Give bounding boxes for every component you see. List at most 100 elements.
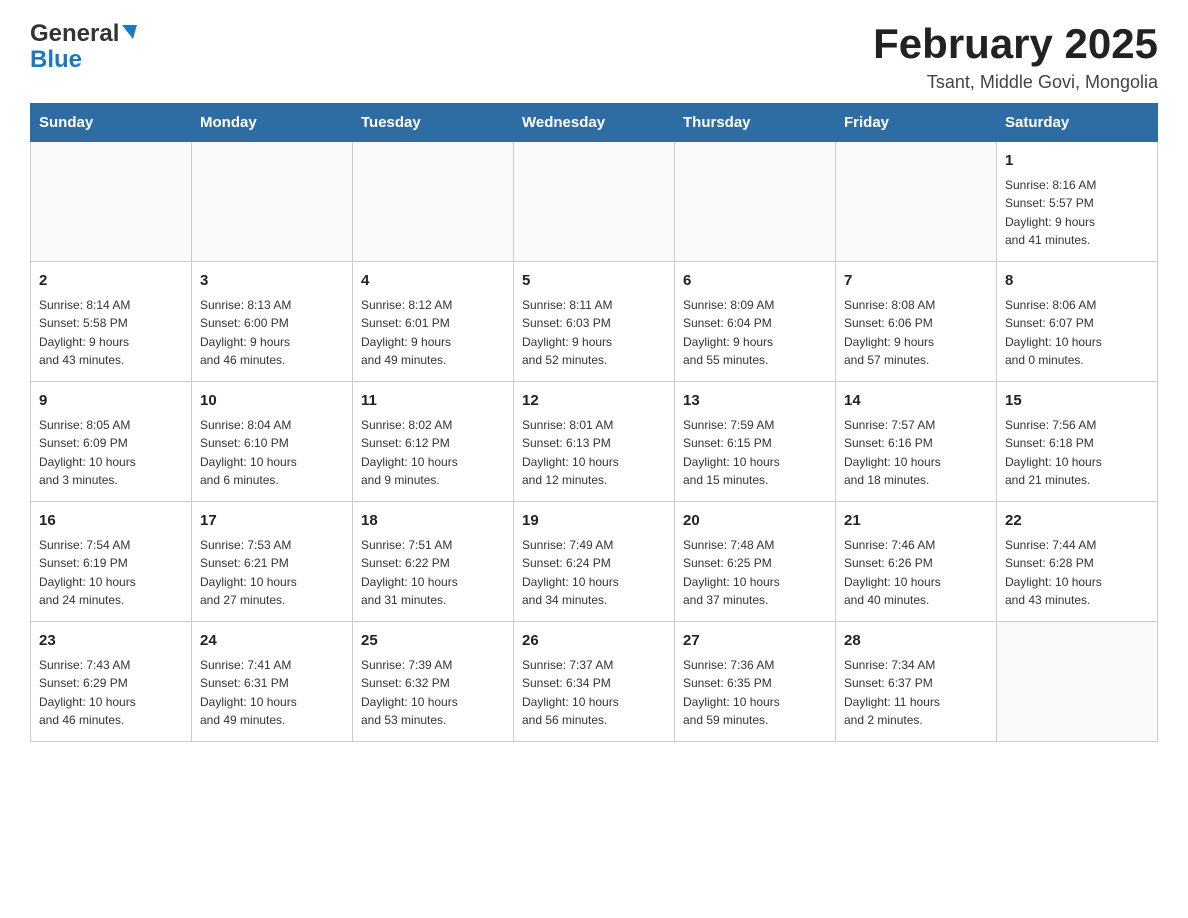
day-info: Sunrise: 8:13 AMSunset: 6:00 PMDaylight:… — [200, 296, 344, 370]
calendar-cell: 18 Sunrise: 7:51 AMSunset: 6:22 PMDayligh… — [353, 502, 514, 622]
day-number: 25 — [361, 630, 505, 653]
calendar-cell: 15 Sunrise: 7:56 AMSunset: 6:18 PMDayligh… — [997, 382, 1158, 502]
calendar-cell: 14 Sunrise: 7:57 AMSunset: 6:16 PMDayligh… — [836, 382, 997, 502]
day-number: 9 — [39, 390, 183, 413]
calendar-cell: 16 Sunrise: 7:54 AMSunset: 6:19 PMDayligh… — [31, 502, 192, 622]
page-title: February 2025 — [873, 20, 1158, 68]
day-info: Sunrise: 7:57 AMSunset: 6:16 PMDaylight:… — [844, 416, 988, 490]
day-of-week-sunday: Sunday — [31, 104, 192, 142]
calendar-cell — [997, 622, 1158, 742]
day-info: Sunrise: 8:09 AMSunset: 6:04 PMDaylight:… — [683, 296, 827, 370]
calendar-cell: 1Sunrise: 8:16 AMSunset: 5:57 PMDaylight… — [997, 142, 1158, 262]
calendar-cell: 12Sunrise: 8:01 AMSunset: 6:13 PMDayligh… — [514, 382, 675, 502]
day-info: Sunrise: 8:04 AMSunset: 6:10 PMDaylight:… — [200, 416, 344, 490]
day-number: 24 — [200, 630, 344, 653]
calendar-cell: 13 Sunrise: 7:59 AMSunset: 6:15 PMDayligh… — [675, 382, 836, 502]
day-info: Sunrise: 8:08 AMSunset: 6:06 PMDaylight:… — [844, 296, 988, 370]
day-number: 11 — [361, 390, 505, 413]
calendar-cell — [836, 142, 997, 262]
calendar-cell: 7 Sunrise: 8:08 AMSunset: 6:06 PMDaylight… — [836, 262, 997, 382]
day-info: Sunrise: 8:11 AMSunset: 6:03 PMDaylight:… — [522, 296, 666, 370]
day-info: Sunrise: 8:12 AMSunset: 6:01 PMDaylight:… — [361, 296, 505, 370]
logo: General Blue — [30, 20, 137, 74]
calendar-header: SundayMondayTuesdayWednesdayThursdayFrid… — [31, 104, 1158, 142]
day-number: 28 — [844, 630, 988, 653]
calendar-cell: 9 Sunrise: 8:05 AMSunset: 6:09 PMDaylight… — [31, 382, 192, 502]
calendar-week-3: 9 Sunrise: 8:05 AMSunset: 6:09 PMDaylight… — [31, 382, 1158, 502]
day-of-week-saturday: Saturday — [997, 104, 1158, 142]
day-info: Sunrise: 7:54 AMSunset: 6:19 PMDaylight:… — [39, 536, 183, 610]
day-number: 5 — [522, 270, 666, 293]
day-info: Sunrise: 7:44 AMSunset: 6:28 PMDaylight:… — [1005, 536, 1149, 610]
logo-general-text: General — [30, 20, 119, 48]
calendar-cell: 20Sunrise: 7:48 AMSunset: 6:25 PMDayligh… — [675, 502, 836, 622]
day-info: Sunrise: 7:49 AMSunset: 6:24 PMDaylight:… — [522, 536, 666, 610]
day-number: 3 — [200, 270, 344, 293]
day-number: 27 — [683, 630, 827, 653]
calendar-cell: 21 Sunrise: 7:46 AMSunset: 6:26 PMDayligh… — [836, 502, 997, 622]
day-number: 14 — [844, 390, 988, 413]
day-number: 23 — [39, 630, 183, 653]
days-of-week-row: SundayMondayTuesdayWednesdayThursdayFrid… — [31, 104, 1158, 142]
day-info: Sunrise: 8:02 AMSunset: 6:12 PMDaylight:… — [361, 416, 505, 490]
day-number: 10 — [200, 390, 344, 413]
day-number: 21 — [844, 510, 988, 533]
page-subtitle: Tsant, Middle Govi, Mongolia — [873, 72, 1158, 93]
calendar-cell: 17 Sunrise: 7:53 AMSunset: 6:21 PMDayligh… — [192, 502, 353, 622]
day-of-week-wednesday: Wednesday — [514, 104, 675, 142]
day-number: 26 — [522, 630, 666, 653]
calendar-cell: 5 Sunrise: 8:11 AMSunset: 6:03 PMDaylight… — [514, 262, 675, 382]
calendar-cell — [31, 142, 192, 262]
day-info: Sunrise: 7:41 AMSunset: 6:31 PMDaylight:… — [200, 656, 344, 730]
calendar-week-4: 16 Sunrise: 7:54 AMSunset: 6:19 PMDayligh… — [31, 502, 1158, 622]
day-number: 2 — [39, 270, 183, 293]
calendar-cell: 3 Sunrise: 8:13 AMSunset: 6:00 PMDaylight… — [192, 262, 353, 382]
day-number: 6 — [683, 270, 827, 293]
calendar-week-1: 1Sunrise: 8:16 AMSunset: 5:57 PMDaylight… — [31, 142, 1158, 262]
calendar-table: SundayMondayTuesdayWednesdayThursdayFrid… — [30, 103, 1158, 742]
day-of-week-monday: Monday — [192, 104, 353, 142]
day-number: 16 — [39, 510, 183, 533]
calendar-cell: 8 Sunrise: 8:06 AMSunset: 6:07 PMDaylight… — [997, 262, 1158, 382]
day-number: 8 — [1005, 270, 1149, 293]
day-info: Sunrise: 8:05 AMSunset: 6:09 PMDaylight:… — [39, 416, 183, 490]
calendar-cell: 22 Sunrise: 7:44 AMSunset: 6:28 PMDayligh… — [997, 502, 1158, 622]
calendar-week-2: 2 Sunrise: 8:14 AMSunset: 5:58 PMDaylight… — [31, 262, 1158, 382]
calendar-cell: 6 Sunrise: 8:09 AMSunset: 6:04 PMDaylight… — [675, 262, 836, 382]
day-of-week-friday: Friday — [836, 104, 997, 142]
calendar-cell: 27 Sunrise: 7:36 AMSunset: 6:35 PMDayligh… — [675, 622, 836, 742]
day-info: Sunrise: 7:48 AMSunset: 6:25 PMDaylight:… — [683, 536, 827, 610]
day-info: Sunrise: 7:59 AMSunset: 6:15 PMDaylight:… — [683, 416, 827, 490]
day-of-week-thursday: Thursday — [675, 104, 836, 142]
logo-blue-text: Blue — [30, 46, 82, 74]
day-number: 18 — [361, 510, 505, 533]
day-info: Sunrise: 7:46 AMSunset: 6:26 PMDaylight:… — [844, 536, 988, 610]
day-number: 13 — [683, 390, 827, 413]
day-number: 12 — [522, 390, 666, 413]
day-number: 15 — [1005, 390, 1149, 413]
calendar-cell — [514, 142, 675, 262]
page-header: General Blue February 2025 Tsant, Middle… — [30, 20, 1158, 93]
day-of-week-tuesday: Tuesday — [353, 104, 514, 142]
day-number: 7 — [844, 270, 988, 293]
day-info: Sunrise: 7:53 AMSunset: 6:21 PMDaylight:… — [200, 536, 344, 610]
day-info: Sunrise: 7:56 AMSunset: 6:18 PMDaylight:… — [1005, 416, 1149, 490]
day-info: Sunrise: 7:39 AMSunset: 6:32 PMDaylight:… — [361, 656, 505, 730]
calendar-cell: 11 Sunrise: 8:02 AMSunset: 6:12 PMDayligh… — [353, 382, 514, 502]
calendar-cell: 19 Sunrise: 7:49 AMSunset: 6:24 PMDayligh… — [514, 502, 675, 622]
calendar-cell: 23 Sunrise: 7:43 AMSunset: 6:29 PMDayligh… — [31, 622, 192, 742]
day-info: Sunrise: 7:43 AMSunset: 6:29 PMDaylight:… — [39, 656, 183, 730]
day-info: Sunrise: 8:06 AMSunset: 6:07 PMDaylight:… — [1005, 296, 1149, 370]
title-block: February 2025 Tsant, Middle Govi, Mongol… — [873, 20, 1158, 93]
calendar-cell: 28Sunrise: 7:34 AMSunset: 6:37 PMDayligh… — [836, 622, 997, 742]
day-number: 17 — [200, 510, 344, 533]
day-number: 22 — [1005, 510, 1149, 533]
calendar-cell: 25 Sunrise: 7:39 AMSunset: 6:32 PMDayligh… — [353, 622, 514, 742]
day-info: Sunrise: 8:14 AMSunset: 5:58 PMDaylight:… — [39, 296, 183, 370]
calendar-cell: 4Sunrise: 8:12 AMSunset: 6:01 PMDaylight… — [353, 262, 514, 382]
calendar-cell — [353, 142, 514, 262]
calendar-cell: 2 Sunrise: 8:14 AMSunset: 5:58 PMDaylight… — [31, 262, 192, 382]
day-info: Sunrise: 7:51 AMSunset: 6:22 PMDaylight:… — [361, 536, 505, 610]
day-number: 19 — [522, 510, 666, 533]
day-info: Sunrise: 7:36 AMSunset: 6:35 PMDaylight:… — [683, 656, 827, 730]
